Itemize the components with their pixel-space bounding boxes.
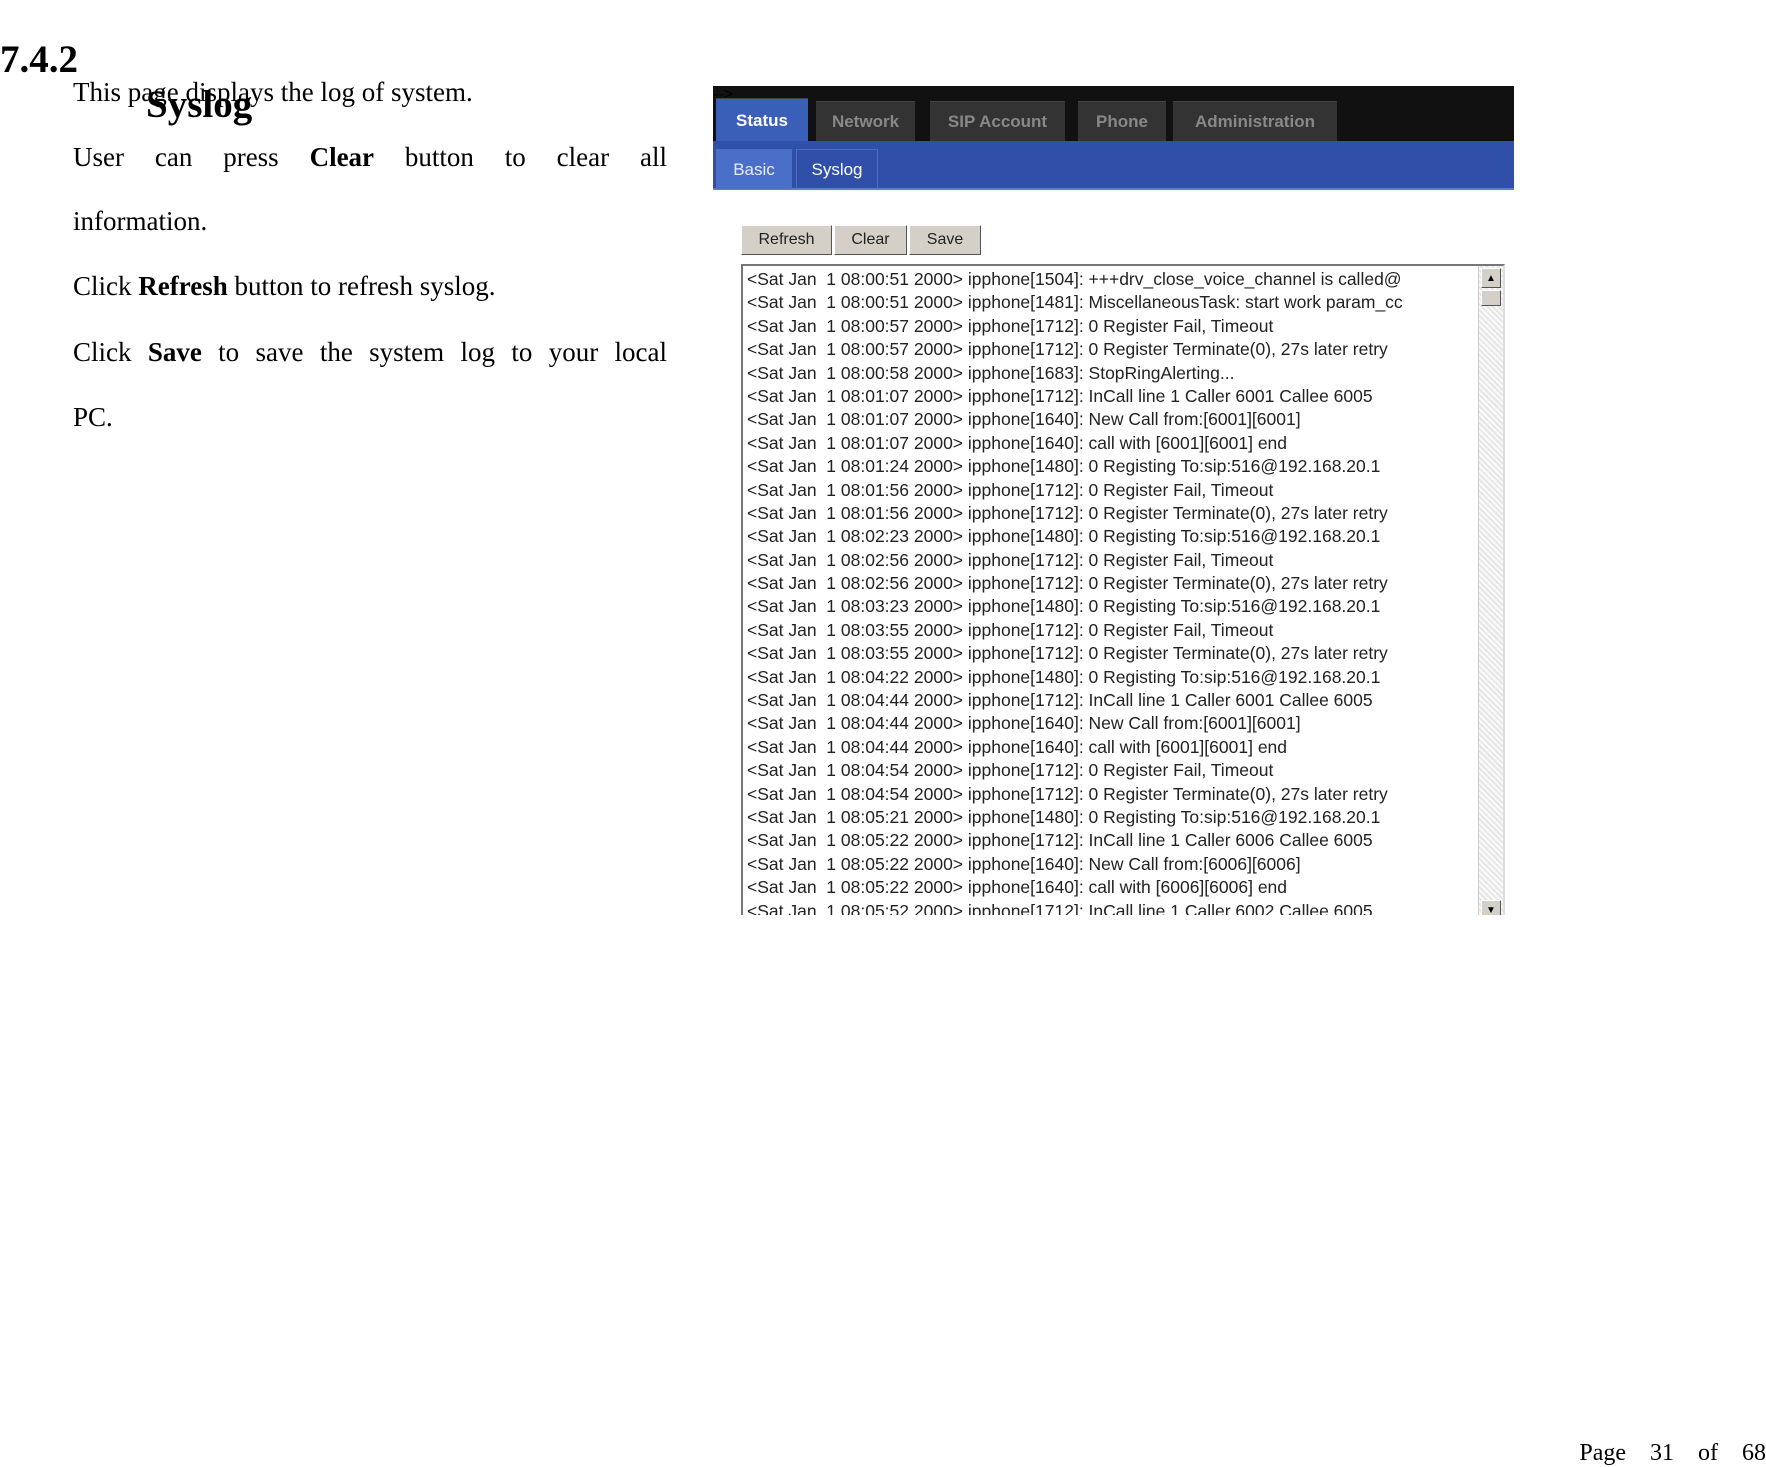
page-number: Page 31 of 68 [1579, 1440, 1766, 1466]
tab-administration[interactable]: Administration [1173, 101, 1337, 142]
log-line: <Sat Jan 1 08:02:56 2000> ipphone[1712]:… [747, 573, 1388, 594]
log-line: <Sat Jan 1 08:00:51 2000> ipphone[1481]:… [747, 292, 1403, 313]
log-line: <Sat Jan 1 08:03:55 2000> ipphone[1712]:… [747, 643, 1388, 664]
refresh-button[interactable]: Refresh [741, 225, 832, 255]
paragraph-intro: This page displays the log of system. [73, 76, 667, 109]
log-line: <Sat Jan 1 08:05:52 2000> ipphone[1712]:… [747, 900, 1373, 915]
log-line: <Sat Jan 1 08:04:44 2000> ipphone[1712]:… [747, 690, 1373, 711]
subtab-basic[interactable]: Basic [716, 149, 792, 189]
log-line: <Sat Jan 1 08:04:54 2000> ipphone[1712]:… [747, 783, 1388, 804]
paragraph-refresh: Click Refresh button to refresh syslog. [73, 270, 667, 303]
log-line: <Sat Jan 1 08:05:22 2000> ipphone[1712]:… [747, 830, 1373, 851]
text: button to clear all [374, 142, 667, 172]
log-line: <Sat Jan 1 08:03:55 2000> ipphone[1712]:… [747, 619, 1274, 640]
log-line: <Sat Jan 1 08:01:24 2000> ipphone[1480]:… [747, 456, 1381, 477]
section-number: 7.4.2 [0, 38, 78, 81]
log-line: <Sat Jan 1 08:05:21 2000> ipphone[1480]:… [747, 806, 1381, 827]
log-lines: <Sat Jan 1 08:00:51 2000> ipphone[1504]:… [747, 268, 1475, 915]
clear-button[interactable]: Clear [834, 225, 907, 255]
log-line: <Sat Jan 1 08:04:22 2000> ipphone[1480]:… [747, 666, 1381, 687]
text: User can press [73, 142, 310, 172]
scrollbar-thumb[interactable] [1481, 290, 1501, 306]
log-line: <Sat Jan 1 08:01:56 2000> ipphone[1712]:… [747, 479, 1274, 500]
text: button to refresh syslog. [227, 271, 496, 301]
text: PC. [73, 402, 113, 432]
logo-icon [813, 86, 1413, 90]
subtab-syslog[interactable]: Syslog [796, 149, 878, 189]
scroll-up-arrow-icon[interactable]: ▲ [1481, 268, 1501, 288]
sub-nav-bar: Basic Syslog [713, 141, 1514, 190]
section-heading: 7.4.2 Syslog [0, 0, 252, 127]
syslog-textarea[interactable]: <Sat Jan 1 08:00:51 2000> ipphone[1504]:… [741, 264, 1505, 915]
log-line: <Sat Jan 1 08:04:44 2000> ipphone[1640]:… [747, 713, 1301, 734]
paragraph-save: Click Save to save the system log to you… [73, 336, 667, 369]
log-line: <Sat Jan 1 08:05:22 2000> ipphone[1640]:… [747, 853, 1301, 874]
top-nav-bar: Status Network SIP Account --> Phone Admi… [713, 86, 1514, 142]
tab-sip-account[interactable]: SIP Account [930, 101, 1065, 142]
log-line: <Sat Jan 1 08:00:58 2000> ipphone[1683]:… [747, 362, 1235, 383]
log-line: <Sat Jan 1 08:02:56 2000> ipphone[1712]:… [747, 549, 1274, 570]
paragraph-clear: User can press Clear button to clear all [73, 141, 667, 174]
save-button[interactable]: Save [909, 225, 981, 255]
scrollbar[interactable]: ▲ ▼ [1478, 266, 1503, 915]
text: Click [73, 337, 148, 367]
tab-network[interactable]: Network [816, 101, 915, 142]
text: Click [73, 271, 139, 301]
log-line: <Sat Jan 1 08:05:22 2000> ipphone[1640]:… [747, 877, 1288, 898]
paragraph-save-cont: PC. [73, 401, 667, 434]
syslog-screenshot: Status Network SIP Account --> Phone Admi… [713, 86, 1514, 915]
tab-phone[interactable]: Phone [1078, 101, 1166, 142]
scroll-down-arrow-icon[interactable]: ▼ [1481, 900, 1501, 915]
text: This page displays the log of system. [73, 77, 473, 107]
log-line: <Sat Jan 1 08:01:07 2000> ipphone[1640]:… [747, 432, 1288, 453]
log-line: <Sat Jan 1 08:04:54 2000> ipphone[1712]:… [747, 760, 1274, 781]
log-line: <Sat Jan 1 08:01:07 2000> ipphone[1712]:… [747, 385, 1373, 406]
bold-text: Clear [309, 142, 375, 172]
text: to save the system log to your local [201, 337, 667, 367]
log-line: <Sat Jan 1 08:00:57 2000> ipphone[1712]:… [747, 339, 1388, 360]
log-line: <Sat Jan 1 08:02:23 2000> ipphone[1480]:… [747, 526, 1381, 547]
paragraph-clear-cont: information. [73, 205, 667, 238]
log-line: <Sat Jan 1 08:00:57 2000> ipphone[1712]:… [747, 315, 1274, 336]
log-line: <Sat Jan 1 08:00:51 2000> ipphone[1504]:… [747, 269, 1402, 289]
text: information. [73, 206, 208, 236]
bold-text: Save [147, 337, 202, 367]
tab-status[interactable]: Status [716, 98, 808, 142]
log-line: <Sat Jan 1 08:01:07 2000> ipphone[1640]:… [747, 409, 1301, 430]
log-line: <Sat Jan 1 08:04:44 2000> ipphone[1640]:… [747, 736, 1288, 757]
bold-text: Refresh [138, 271, 228, 301]
log-line: <Sat Jan 1 08:01:56 2000> ipphone[1712]:… [747, 502, 1388, 523]
log-line: <Sat Jan 1 08:03:23 2000> ipphone[1480]:… [747, 596, 1381, 617]
